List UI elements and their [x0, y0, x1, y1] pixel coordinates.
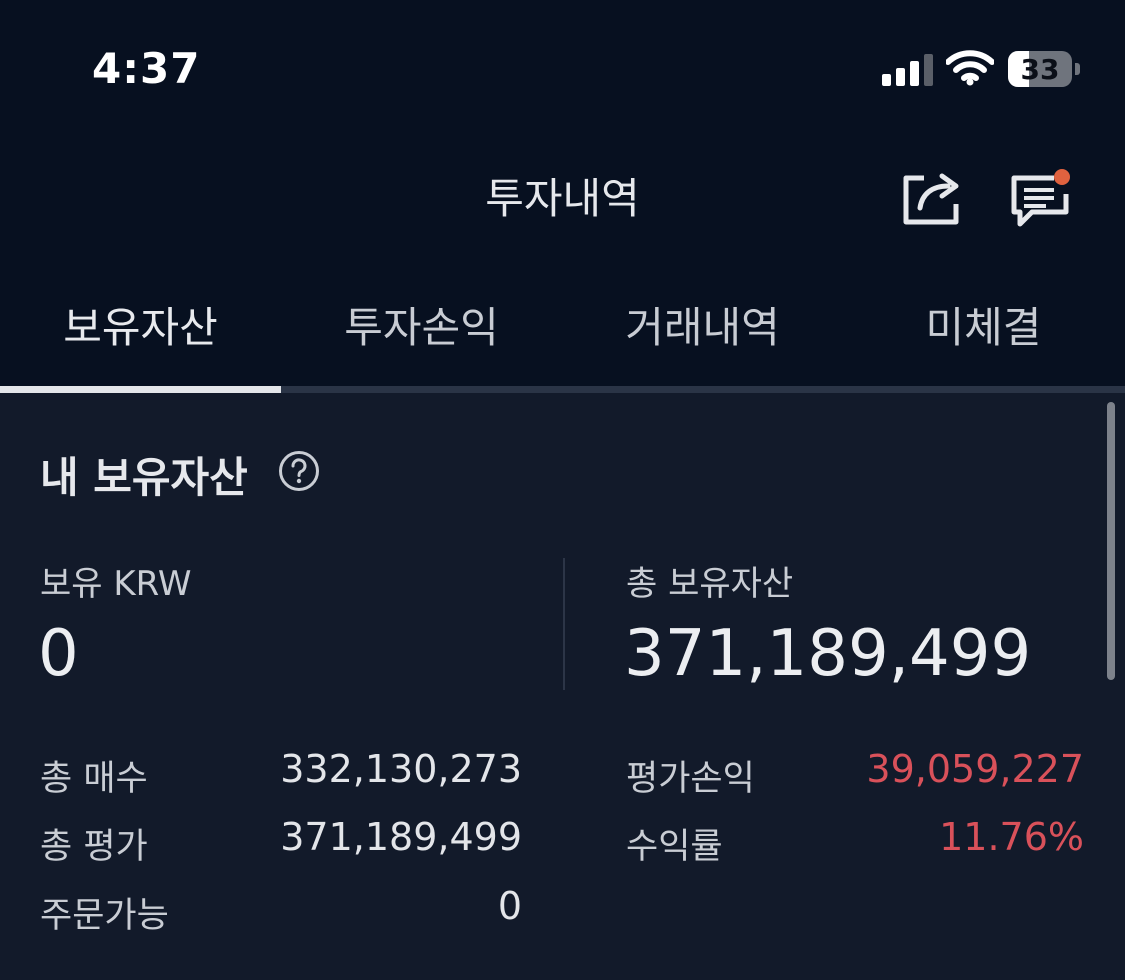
battery-cap: [1075, 63, 1080, 75]
battery-icon: 33: [1008, 51, 1072, 87]
question-circle-icon[interactable]: [278, 450, 320, 492]
tab-holdings[interactable]: 보유자산: [0, 288, 281, 368]
scrollbar[interactable]: [1107, 402, 1115, 680]
total-valuation-label: 총 평가: [40, 827, 148, 867]
total-valuation-value: 371,189,499: [280, 815, 522, 859]
return-rate-value: 11.76%: [939, 815, 1084, 859]
share-icon[interactable]: [898, 168, 966, 226]
tab-transaction-history[interactable]: 거래내역: [562, 288, 843, 368]
status-time: 4:37: [92, 44, 201, 93]
krw-label: 보유 KRW: [40, 564, 192, 604]
total-purchase-value: 332,130,273: [280, 747, 522, 791]
valuation-pnl-label: 평가손익: [626, 759, 755, 799]
total-purchase-label: 총 매수: [40, 759, 148, 799]
tab-profit-loss[interactable]: 투자손익: [281, 288, 562, 368]
tab-bar: 보유자산 투자손익 거래내역 미체결: [0, 288, 1125, 393]
chat-notification-icon[interactable]: [1006, 166, 1074, 230]
notification-dot: [1054, 169, 1070, 185]
total-assets-value: 371,189,499: [624, 617, 1032, 691]
orderable-label: 주문가능: [40, 896, 169, 936]
summary-divider: [563, 558, 565, 690]
orderable-value: 0: [497, 884, 522, 928]
active-tab-indicator: [0, 386, 281, 393]
total-assets-label: 총 보유자산: [626, 564, 794, 604]
krw-value: 0: [38, 617, 79, 691]
return-rate-label: 수익률: [626, 827, 723, 867]
cellular-signal-icon: [882, 54, 934, 86]
tab-unfilled-orders[interactable]: 미체결: [843, 288, 1124, 368]
valuation-pnl-value: 39,059,227: [866, 747, 1084, 791]
wifi-icon: [946, 50, 994, 86]
battery-level: 33: [1020, 53, 1060, 86]
section-title: 내 보유자산: [40, 453, 248, 502]
